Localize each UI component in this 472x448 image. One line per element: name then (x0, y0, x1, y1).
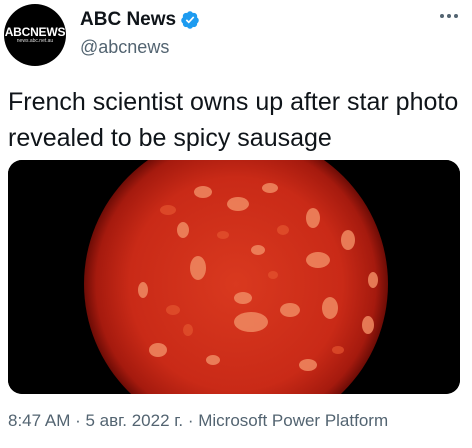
avatar-logo: ABCNEWS (4, 24, 66, 39)
avatar[interactable]: ABCNEWS news.abc.net.au (4, 4, 66, 66)
meta-separator: · (183, 411, 199, 430)
tweet-meta: 8:47 AM · 5 авг. 2022 г. · Microsoft Pow… (8, 411, 388, 431)
meta-separator: · (70, 411, 86, 430)
tweet-source[interactable]: Microsoft Power Platform (198, 411, 388, 430)
tweet-date[interactable]: 5 авг. 2022 г. (85, 411, 183, 430)
tweet-text: French scientist owns up after star phot… (8, 88, 459, 152)
author-display-name[interactable]: ABC News (80, 9, 176, 31)
avatar-logo-sub: news.abc.net.au (16, 37, 54, 44)
tweet-card: ABCNEWS news.abc.net.au ABC News @abcnew… (0, 0, 472, 448)
tweet-photo[interactable] (8, 160, 460, 394)
verified-badge-icon (180, 10, 200, 30)
author-name-row: ABC News (80, 9, 200, 31)
more-options-icon[interactable] (440, 14, 458, 18)
author-handle[interactable]: @abcnews (80, 37, 169, 58)
sausage-photo-image (8, 160, 460, 394)
tweet-time[interactable]: 8:47 AM (8, 411, 70, 430)
